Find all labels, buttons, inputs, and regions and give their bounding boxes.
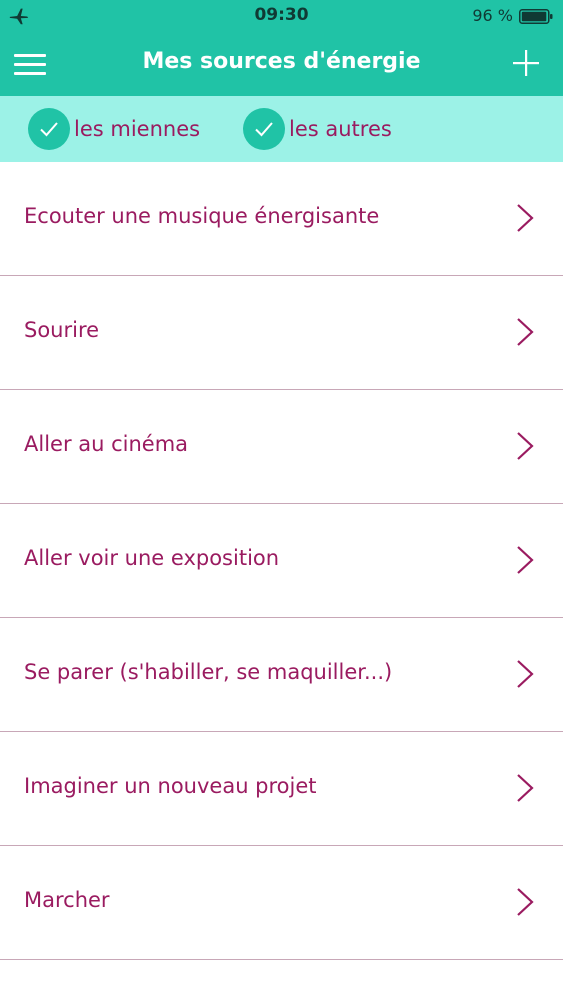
battery-percentage: 96 % xyxy=(472,6,513,25)
chevron-right-icon xyxy=(517,432,534,460)
navigation-bar: Mes sources d'énergie xyxy=(0,32,563,96)
list-item-label: Sourire xyxy=(24,318,100,342)
list-item[interactable]: Marcher xyxy=(0,846,563,960)
app-screen: 09:30 96 % Mes sources d'énergie les mie… xyxy=(0,0,563,1000)
battery-icon xyxy=(519,9,553,24)
filter-bar: les miennes les autres xyxy=(0,96,563,162)
chevron-right-icon xyxy=(517,546,534,574)
filter-mine-label: les miennes xyxy=(74,117,201,141)
page-title: Mes sources d'énergie xyxy=(142,49,421,74)
list-item-label: Se parer (s'habiller, se maquiller...) xyxy=(24,660,393,684)
checkmark-icon xyxy=(28,108,70,150)
list-item-label: Ecouter une musique énergisante xyxy=(24,204,380,228)
filter-others-toggle[interactable]: les autres xyxy=(243,108,392,150)
list-item[interactable]: Ecouter une musique énergisante xyxy=(0,162,563,276)
list-item[interactable]: Imaginer un nouveau projet xyxy=(0,732,563,846)
list-item[interactable]: Aller au cinéma xyxy=(0,390,563,504)
list-item[interactable]: Se parer (s'habiller, se maquiller...) xyxy=(0,618,563,732)
list-item-label: Marcher xyxy=(24,888,110,912)
chevron-right-icon xyxy=(517,660,534,688)
list-item[interactable]: Sourire xyxy=(0,276,563,390)
plus-icon[interactable] xyxy=(511,48,541,78)
list-item-label: Aller au cinéma xyxy=(24,432,189,456)
list-item-label: Imaginer un nouveau projet xyxy=(24,774,317,798)
checkmark-icon xyxy=(243,108,285,150)
hamburger-menu-icon[interactable] xyxy=(12,48,48,80)
filter-others-label: les autres xyxy=(289,117,392,141)
list-item-label: Aller voir une exposition xyxy=(24,546,280,570)
chevron-right-icon xyxy=(517,888,534,916)
filter-mine-toggle[interactable]: les miennes xyxy=(28,108,201,150)
list-item[interactable]: Aller voir une exposition xyxy=(0,504,563,618)
chevron-right-icon xyxy=(517,318,534,346)
energy-sources-list: Ecouter une musique énergisante Sourire … xyxy=(0,162,563,960)
status-bar: 09:30 96 % xyxy=(0,0,563,32)
chevron-right-icon xyxy=(517,774,534,802)
chevron-right-icon xyxy=(517,204,534,232)
